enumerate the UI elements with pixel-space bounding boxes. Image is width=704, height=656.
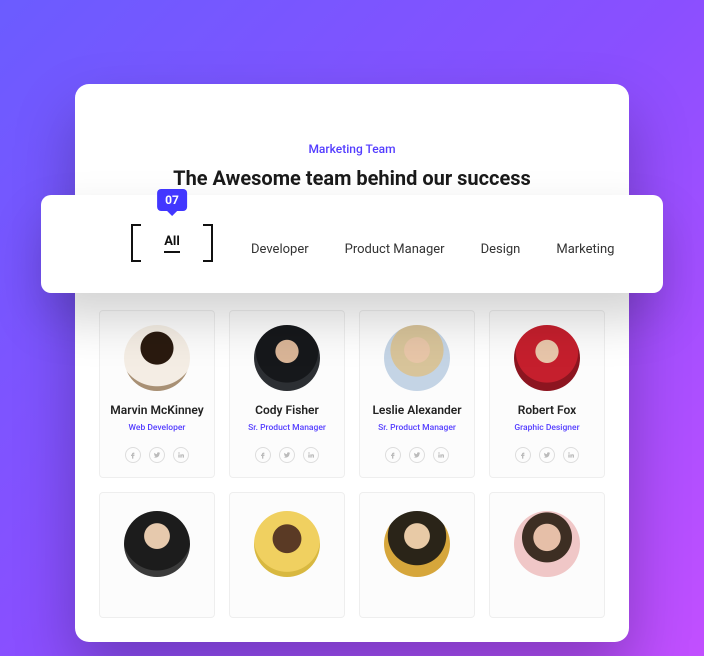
- page-title: The Awesome team behind our success: [75, 166, 629, 190]
- filter-bar: 07 All Developer Product Manager Design …: [41, 195, 663, 293]
- facebook-icon[interactable]: [255, 447, 271, 463]
- team-card: Marketing Team The Awesome team behind o…: [75, 84, 629, 642]
- linkedin-icon[interactable]: [563, 447, 579, 463]
- bracket-left-icon: [131, 224, 141, 262]
- member-card: [359, 492, 475, 618]
- avatar: [384, 511, 450, 577]
- member-card: [489, 492, 605, 618]
- avatar: [254, 325, 320, 391]
- member-card: Leslie Alexander Sr. Product Manager: [359, 310, 475, 478]
- member-role: Sr. Product Manager: [366, 423, 468, 433]
- facebook-icon[interactable]: [515, 447, 531, 463]
- member-name: Leslie Alexander: [366, 403, 468, 417]
- member-role: Web Developer: [106, 423, 208, 433]
- bracket-right-icon: [203, 224, 213, 262]
- avatar: [124, 511, 190, 577]
- member-role: Sr. Product Manager: [236, 423, 338, 433]
- member-name: Robert Fox: [496, 403, 598, 417]
- member-name: Marvin McKinney: [106, 403, 208, 417]
- tab-all-label: All: [164, 234, 180, 253]
- social-row: [236, 447, 338, 463]
- avatar: [514, 325, 580, 391]
- avatar: [384, 325, 450, 391]
- avatar: [124, 325, 190, 391]
- member-card: Cody Fisher Sr. Product Manager: [229, 310, 345, 478]
- count-badge: 07: [157, 189, 187, 211]
- facebook-icon[interactable]: [125, 447, 141, 463]
- twitter-icon[interactable]: [539, 447, 555, 463]
- linkedin-icon[interactable]: [173, 447, 189, 463]
- facebook-icon[interactable]: [385, 447, 401, 463]
- eyebrow: Marketing Team: [75, 84, 629, 156]
- tab-product-manager[interactable]: Product Manager: [341, 236, 449, 263]
- twitter-icon[interactable]: [409, 447, 425, 463]
- social-row: [496, 447, 598, 463]
- twitter-icon[interactable]: [149, 447, 165, 463]
- tab-developer[interactable]: Developer: [247, 236, 313, 263]
- member-name: Cody Fisher: [236, 403, 338, 417]
- member-card: Robert Fox Graphic Designer: [489, 310, 605, 478]
- tab-design[interactable]: Design: [477, 236, 525, 263]
- linkedin-icon[interactable]: [303, 447, 319, 463]
- twitter-icon[interactable]: [279, 447, 295, 463]
- member-card: [229, 492, 345, 618]
- member-card: Marvin McKinney Web Developer: [99, 310, 215, 478]
- member-card: [99, 492, 215, 618]
- social-row: [366, 447, 468, 463]
- tab-all[interactable]: 07 All: [131, 223, 213, 263]
- social-row: [106, 447, 208, 463]
- avatar: [514, 511, 580, 577]
- tab-marketing[interactable]: Marketing: [552, 236, 618, 263]
- member-role: Graphic Designer: [496, 423, 598, 433]
- linkedin-icon[interactable]: [433, 447, 449, 463]
- avatar: [254, 511, 320, 577]
